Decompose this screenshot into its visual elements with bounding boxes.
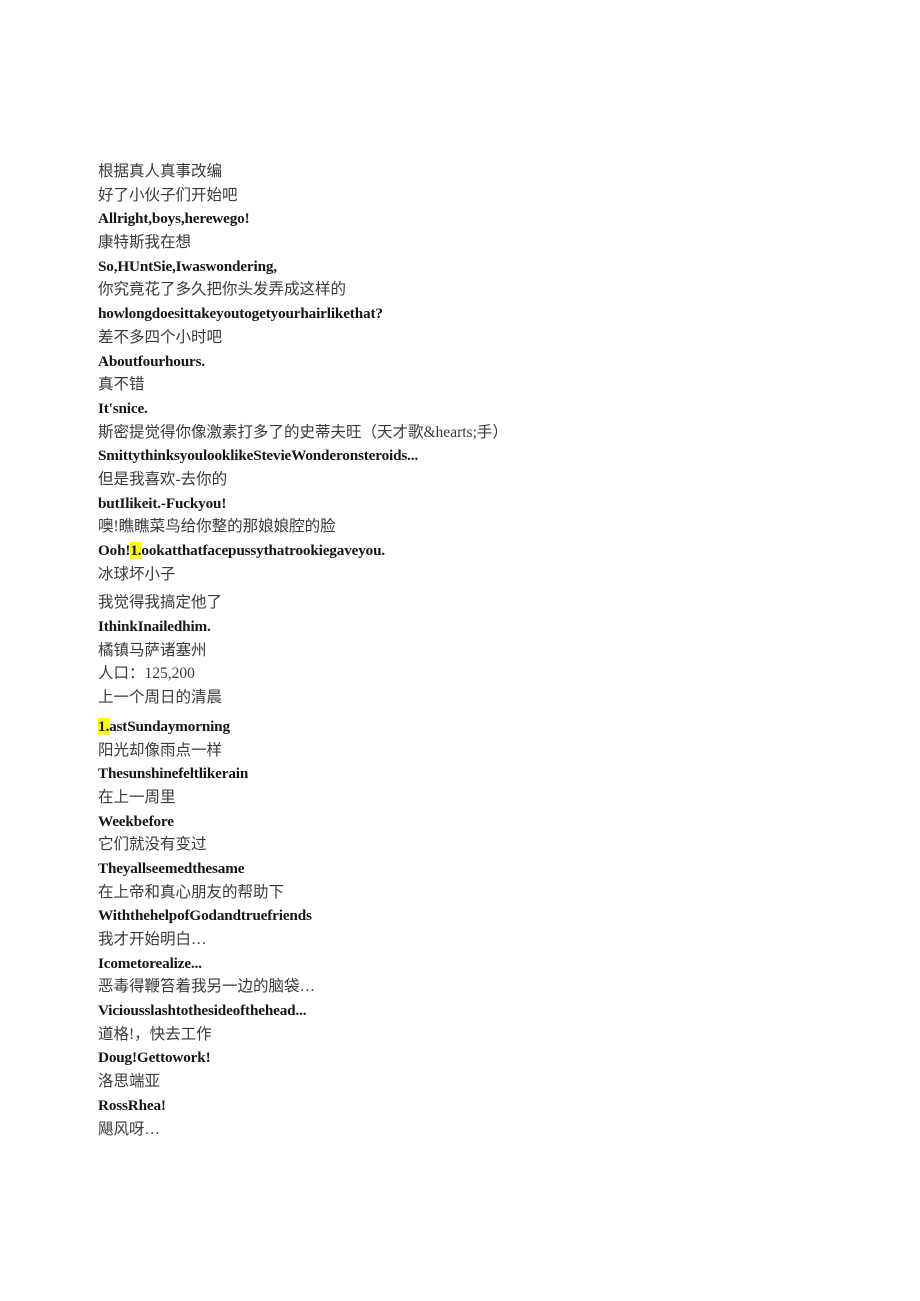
transcript-line: 斯密提觉得你像激素打多了的史蒂夫旺（天才歌&hearts;手） bbox=[98, 423, 508, 441]
transcript-line: 飓风呀… bbox=[98, 1120, 161, 1138]
transcript-line: Doug!Gettowork! bbox=[98, 1049, 211, 1067]
transcript-line: Theyallseemedthesame bbox=[98, 859, 245, 877]
transcript-line: SmittythinksyoulooklikeStevieWonderonste… bbox=[98, 447, 419, 465]
transcript-line: 好了小伙子们开始吧 bbox=[98, 186, 238, 204]
transcript-line: 在上帝和真心朋友的帮助下 bbox=[98, 883, 285, 901]
transcript-line: Weekbefore bbox=[98, 812, 174, 830]
line-text-after-highlight: astSundaymorning bbox=[109, 717, 230, 735]
highlighted-text: 1. bbox=[98, 717, 110, 735]
transcript-line: RossRhea! bbox=[98, 1096, 166, 1114]
transcript-line: 冰球坏小子 bbox=[98, 565, 176, 583]
transcript-line: howlongdoesittakeyoutogetyourhairliketha… bbox=[98, 305, 383, 323]
transcript-line: 道格!，快去工作 bbox=[98, 1025, 212, 1043]
transcript-line: 1.astSundaymorning bbox=[98, 715, 878, 739]
line-text-before-highlight: Ooh! bbox=[98, 542, 131, 559]
highlighted-text: 1. bbox=[130, 542, 142, 559]
transcript-line: IthinkInailedhim. bbox=[98, 618, 211, 636]
line-text-after-highlight: ookatthatfacepussythatrookiegaveyou. bbox=[141, 542, 386, 559]
transcript-line: 人口：125,200 bbox=[98, 665, 195, 683]
subtitle-transcript-body: 根据真人真事改编 好了小伙子们开始吧 Allright,boys,herewego!… bbox=[98, 160, 878, 1141]
transcript-line: 噢!瞧瞧菜鸟给你整的那娘娘腔的脸 bbox=[98, 518, 336, 536]
transcript-line: Thesunshinefeltlikerain bbox=[98, 765, 249, 783]
transcript-line: 真不错 bbox=[98, 376, 145, 394]
transcript-line: So,HUntSie,Iwaswondering, bbox=[98, 257, 277, 275]
transcript-line: 我觉得我搞定他了 bbox=[98, 594, 223, 612]
transcript-line: 根据真人真事改编 bbox=[98, 163, 223, 180]
transcript-line: butIlikeit.-Fuckyou! bbox=[98, 494, 227, 512]
transcript-line: Allright,boys,herewego! bbox=[98, 210, 250, 228]
transcript-line: 你究竟花了多久把你头发弄成这样的 bbox=[98, 281, 347, 299]
transcript-line: Icometorealize... bbox=[98, 954, 202, 972]
transcript-line: 它们就没有变过 bbox=[98, 836, 207, 854]
transcript-line: 在上一周里 bbox=[98, 788, 176, 806]
transcript-line: It'snice. bbox=[98, 399, 148, 417]
transcript-line: 康特斯我在想 bbox=[98, 234, 192, 252]
transcript-line: 阳光却像雨点一样 bbox=[98, 741, 223, 759]
transcript-line: Aboutfourhours. bbox=[98, 352, 206, 370]
transcript-line: 差不多四个小时吧 bbox=[98, 328, 223, 346]
transcript-line: 我才开始明白… bbox=[98, 931, 207, 948]
transcript-line: 但是我喜欢-去你的 bbox=[98, 470, 228, 488]
transcript-line: 洛思端亚 bbox=[98, 1073, 161, 1091]
transcript-line: Ooh!1.ookatthatfacepussythatrookiegaveyo… bbox=[98, 539, 878, 563]
transcript-line: 上一个周日的清晨 bbox=[98, 689, 223, 707]
transcript-line: 恶毒得鞭笞着我另一边的脑袋… bbox=[98, 978, 316, 996]
transcript-line: Viciousslashtothesideofthehead... bbox=[98, 1002, 307, 1020]
transcript-line: WiththehelpofGodandtruefriends bbox=[98, 907, 312, 925]
transcript-line: 橘镇马萨诸塞州 bbox=[98, 641, 207, 659]
